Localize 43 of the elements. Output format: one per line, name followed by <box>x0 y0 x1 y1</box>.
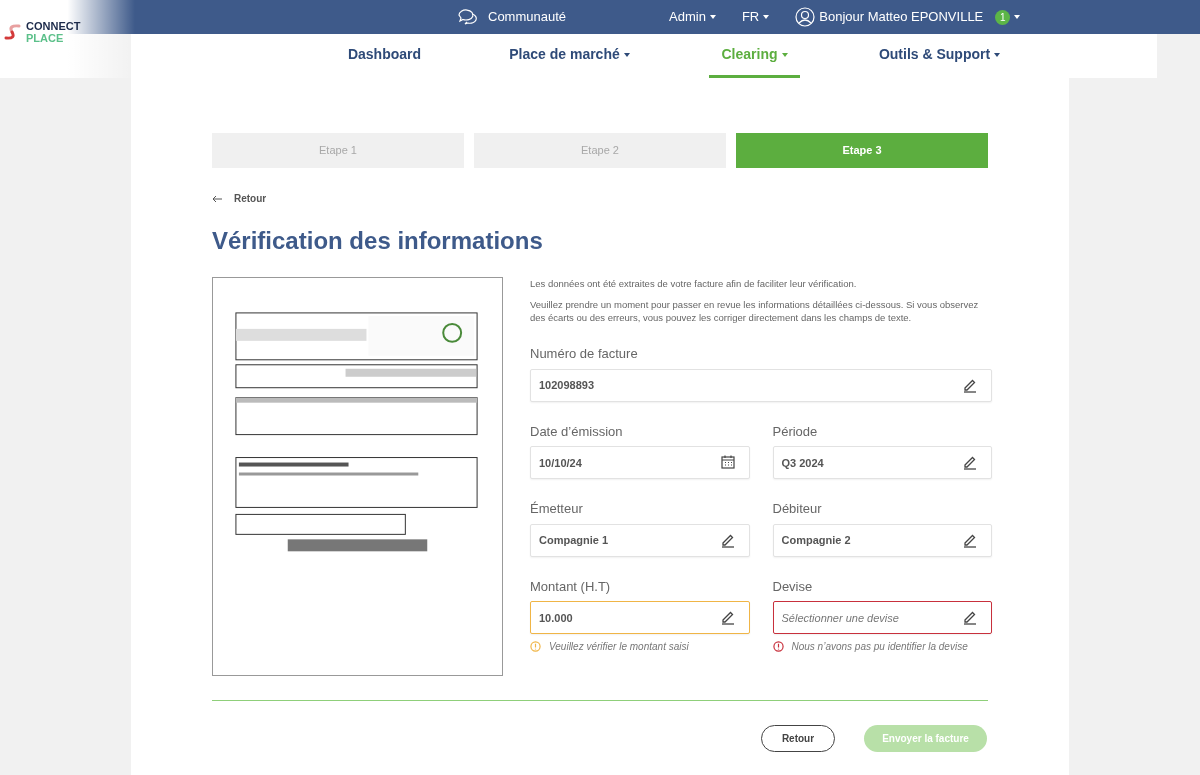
arrow-left-icon <box>212 194 222 203</box>
page-title: Vérification des informations <box>212 226 544 256</box>
input-field[interactable]: Sélectionner une devise <box>772 601 992 634</box>
input-field[interactable]: 10/10/24 <box>530 446 750 479</box>
input-field[interactable]: Compagnie 1 <box>530 523 750 557</box>
input-field[interactable]: 10.000 <box>530 601 750 634</box>
menu-dropdown[interactable]: FR <box>741 7 770 27</box>
input-field[interactable]: 102098893 <box>530 368 992 402</box>
calendar-icon[interactable] <box>719 454 736 470</box>
field-label: Date d’émission <box>530 422 624 441</box>
nav-tab[interactable]: Outils & Support <box>866 34 1013 78</box>
pencil-icon[interactable] <box>962 609 978 625</box>
caret-icon <box>1014 15 1021 19</box>
field-label: Émetteur <box>530 500 584 518</box>
logo-text: CONNECT <box>26 20 81 32</box>
field-message: Nous n’avons pas pu identifier la devise <box>791 640 968 654</box>
intro-text: Les données ont été extraites de votre facture afin de faciliter leur vérification. <box>530 277 858 290</box>
field-label: Débiteur <box>772 500 823 518</box>
pencil-icon[interactable] <box>719 609 736 625</box>
community-link[interactable]: Communauté <box>488 7 567 27</box>
nav-tab[interactable]: Place de marché <box>497 34 642 78</box>
pencil-icon[interactable] <box>962 454 978 470</box>
user-menu[interactable]: Bonjour Matteo EPONVILLE <box>819 7 984 27</box>
user-avatar-icon <box>795 7 816 27</box>
back-link[interactable]: Retour <box>212 191 267 206</box>
field-label: Montant (H.T) <box>530 577 612 596</box>
alert-icon <box>530 641 541 652</box>
intro-text: Veuillez prendre un moment pour passer en revue les informations détaillées ci-dessous. Si vous observez des écarts ou des erreurs, vous pouvez les corriger directement dans les champs de texte. <box>530 298 980 324</box>
menu-dropdown[interactable]: Admin <box>669 7 716 27</box>
input-field[interactable]: Q3 2024 <box>772 446 992 479</box>
logo-text: PLACE <box>26 32 65 44</box>
caret-icon <box>763 15 770 19</box>
nav-tab[interactable]: Dashboard <box>335 34 434 78</box>
caret-icon <box>709 15 716 19</box>
field-message: Veuillez vérifier le montant saisi <box>549 640 689 654</box>
notification-badge: 1 <box>995 9 1011 25</box>
field-label: Période <box>772 422 819 441</box>
field-label: Devise <box>772 577 814 596</box>
alert-icon <box>772 641 784 652</box>
field-label: Numéro de facture <box>530 345 639 363</box>
logo-icon <box>4 23 22 41</box>
input-field[interactable]: Compagnie 2 <box>772 523 992 557</box>
chat-icon <box>458 8 480 26</box>
